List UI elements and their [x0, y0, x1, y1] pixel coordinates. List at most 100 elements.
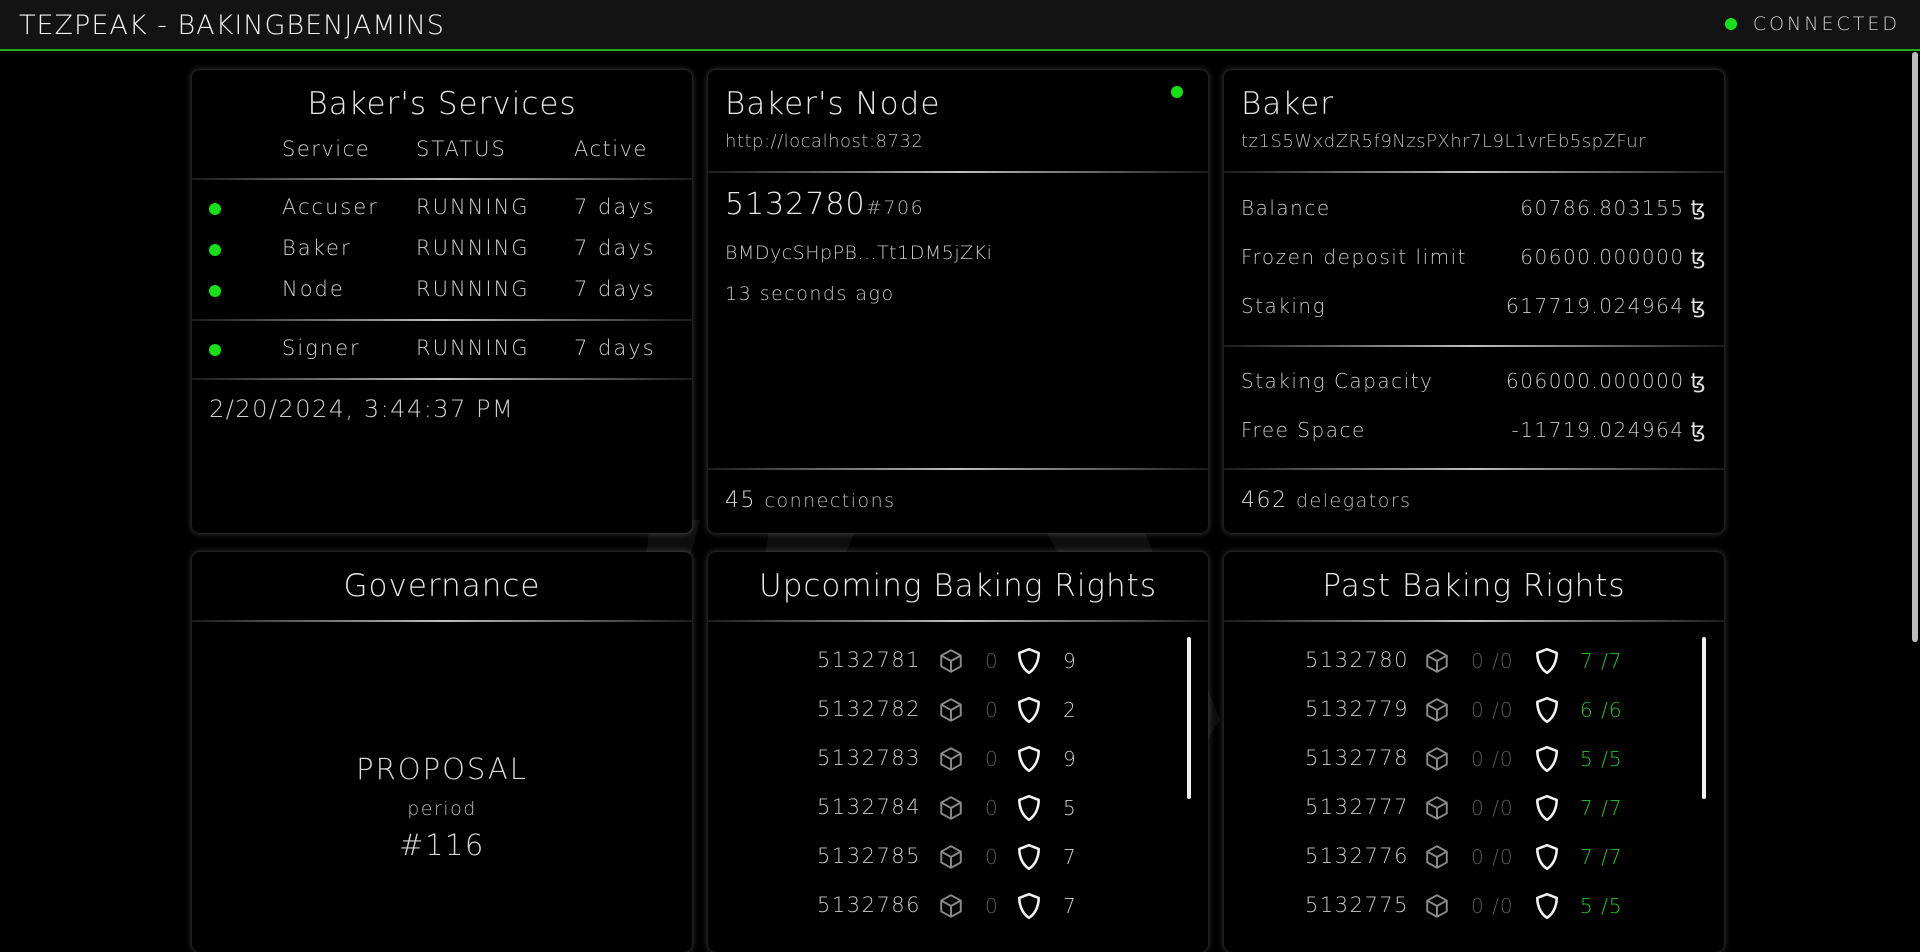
attestation-shield-icon: [1016, 794, 1042, 822]
rights-row: 5132775 0 /0 5 /5: [1224, 887, 1724, 927]
service-active: 7 days: [574, 336, 656, 360]
rights-blocks-count: 0: [985, 698, 999, 722]
staking-label: Staking: [1241, 294, 1327, 318]
attestation-shield-icon: [1534, 696, 1560, 724]
node-last-block-time: 13 seconds ago: [725, 283, 895, 305]
rights-level: 5132782: [817, 697, 922, 721]
block-cube-icon: [1424, 648, 1450, 674]
rights-level: 5132786: [817, 893, 922, 917]
node-url: http://localhost:8732: [725, 131, 924, 152]
rights-row: 5132784 0 5: [708, 789, 1208, 829]
node-connections-label: connections: [764, 490, 896, 512]
node-status-icon: [1171, 86, 1183, 98]
block-cube-icon: [1424, 697, 1450, 723]
tez-icon: ꜩ: [1690, 245, 1707, 269]
node-cycle: #706: [866, 197, 925, 219]
rights-level: 5132784: [817, 795, 922, 819]
attestation-shield-icon: [1016, 647, 1042, 675]
rights-level: 5132780: [1305, 648, 1410, 672]
block-cube-icon: [1424, 893, 1450, 919]
balance-amount: 60786.803155: [1520, 196, 1685, 220]
block-cube-icon: [938, 746, 964, 772]
tez-icon: ꜩ: [1690, 369, 1707, 393]
rights-attestations-count: 7: [1063, 894, 1077, 918]
rights-row: 5132781 0 9: [708, 642, 1208, 682]
governance-period-label: period: [407, 798, 477, 820]
rights-row: 5132777 0 /0 7 /7: [1224, 789, 1724, 829]
service-active: 7 days: [574, 236, 656, 260]
upcoming-rights-title: Upcoming Baking Rights: [759, 568, 1157, 604]
rights-blocks-count: 0 /0: [1471, 845, 1514, 869]
delegators-label: delegators: [1296, 490, 1412, 512]
status-running-icon: [209, 203, 221, 215]
service-active: 7 days: [574, 277, 656, 301]
rights-level: 5132777: [1305, 795, 1410, 819]
divider: [1224, 171, 1724, 173]
governance-phase: PROPOSAL: [356, 752, 528, 786]
rights-row: 5132778 0 /0 5 /5: [1224, 740, 1724, 780]
service-status: RUNNING: [416, 336, 530, 360]
staking-capacity-amount: 606000.000000: [1506, 369, 1685, 393]
frozen-deposit-value: 60600.000000 ꜩ: [1520, 245, 1707, 269]
baker-address[interactable]: tz1S5WxdZR5f9NzsPXhr7L9L1vrEb5spZFur: [1241, 131, 1646, 152]
rights-blocks-count: 0 /0: [1471, 894, 1514, 918]
rights-attestations-count: 9: [1063, 747, 1077, 771]
divider: [1224, 345, 1724, 347]
attestation-shield-icon: [1534, 745, 1560, 773]
upcoming-rights-card: Upcoming Baking Rights 5132781 0 9 5132782 0…: [708, 552, 1208, 952]
rights-row: 5132776 0 /0 7 /7: [1224, 838, 1724, 878]
rights-level: 5132781: [817, 648, 922, 672]
rights-blocks-count: 0 /0: [1471, 698, 1514, 722]
node-title: Baker's Node: [725, 86, 941, 122]
rights-row: 5132783 0 9: [708, 740, 1208, 780]
attestation-shield-icon: [1016, 892, 1042, 920]
status-running-icon: [209, 285, 221, 297]
service-name: Baker: [282, 236, 352, 260]
rights-attestations-count: 5 /5: [1580, 894, 1623, 918]
past-rights-card: Past Baking Rights 5132780 0 /0 7 /7 513277…: [1224, 552, 1724, 952]
frozen-deposit-amount: 60600.000000: [1520, 245, 1685, 269]
tez-icon: ꜩ: [1690, 196, 1707, 220]
service-status: RUNNING: [416, 277, 530, 301]
rights-level: 5132783: [817, 746, 922, 770]
block-cube-icon: [938, 844, 964, 870]
app-title: TEZPEAK - BAKINGBENJAMINS: [19, 10, 445, 41]
node-connections: 45 connections: [725, 488, 896, 513]
balance-label: Balance: [1241, 196, 1331, 220]
governance-card: Governance PROPOSAL period #116: [192, 552, 692, 952]
block-cube-icon: [938, 795, 964, 821]
attestation-shield-icon: [1534, 794, 1560, 822]
tez-icon: ꜩ: [1690, 418, 1707, 442]
rights-level: 5132776: [1305, 844, 1410, 868]
rights-level: 5132778: [1305, 746, 1410, 770]
block-cube-icon: [938, 648, 964, 674]
divider: [1224, 620, 1724, 622]
service-status: RUNNING: [416, 195, 530, 219]
staking-capacity-value: 606000.000000 ꜩ: [1506, 369, 1707, 393]
divider: [708, 468, 1208, 470]
node-block-hash: BMDycSHpPB...Tt1DM5jZKi: [725, 242, 993, 264]
divider: [192, 178, 692, 180]
divider: [1224, 468, 1724, 470]
rights-attestations-count: 5: [1063, 796, 1077, 820]
rights-blocks-count: 0: [985, 796, 999, 820]
service-name: Accuser: [282, 195, 379, 219]
rights-blocks-count: 0: [985, 845, 999, 869]
top-bar: TEZPEAK - BAKINGBENJAMINS CONNECTED: [0, 0, 1920, 51]
free-space-amount: -11719.024964: [1511, 418, 1685, 442]
services-title: Baker's Services: [307, 86, 577, 122]
page-scrollbar[interactable]: [1912, 52, 1918, 642]
rights-attestations-count: 6 /6: [1580, 698, 1623, 722]
attestation-shield-icon: [1534, 892, 1560, 920]
balance-value: 60786.803155 ꜩ: [1520, 196, 1707, 220]
divider: [192, 319, 692, 321]
rights-row: 5132782 0 2: [708, 691, 1208, 731]
free-space-value: -11719.024964 ꜩ: [1512, 418, 1707, 442]
rights-attestations-count: 7: [1063, 845, 1077, 869]
services-timestamp: 2/20/2024, 3:44:37 PM: [209, 395, 515, 423]
frozen-deposit-label: Frozen deposit limit: [1241, 245, 1468, 269]
staking-amount: 617719.024964: [1506, 294, 1685, 318]
rights-attestations-count: 7 /7: [1580, 845, 1623, 869]
divider: [708, 171, 1208, 173]
divider: [192, 378, 692, 380]
